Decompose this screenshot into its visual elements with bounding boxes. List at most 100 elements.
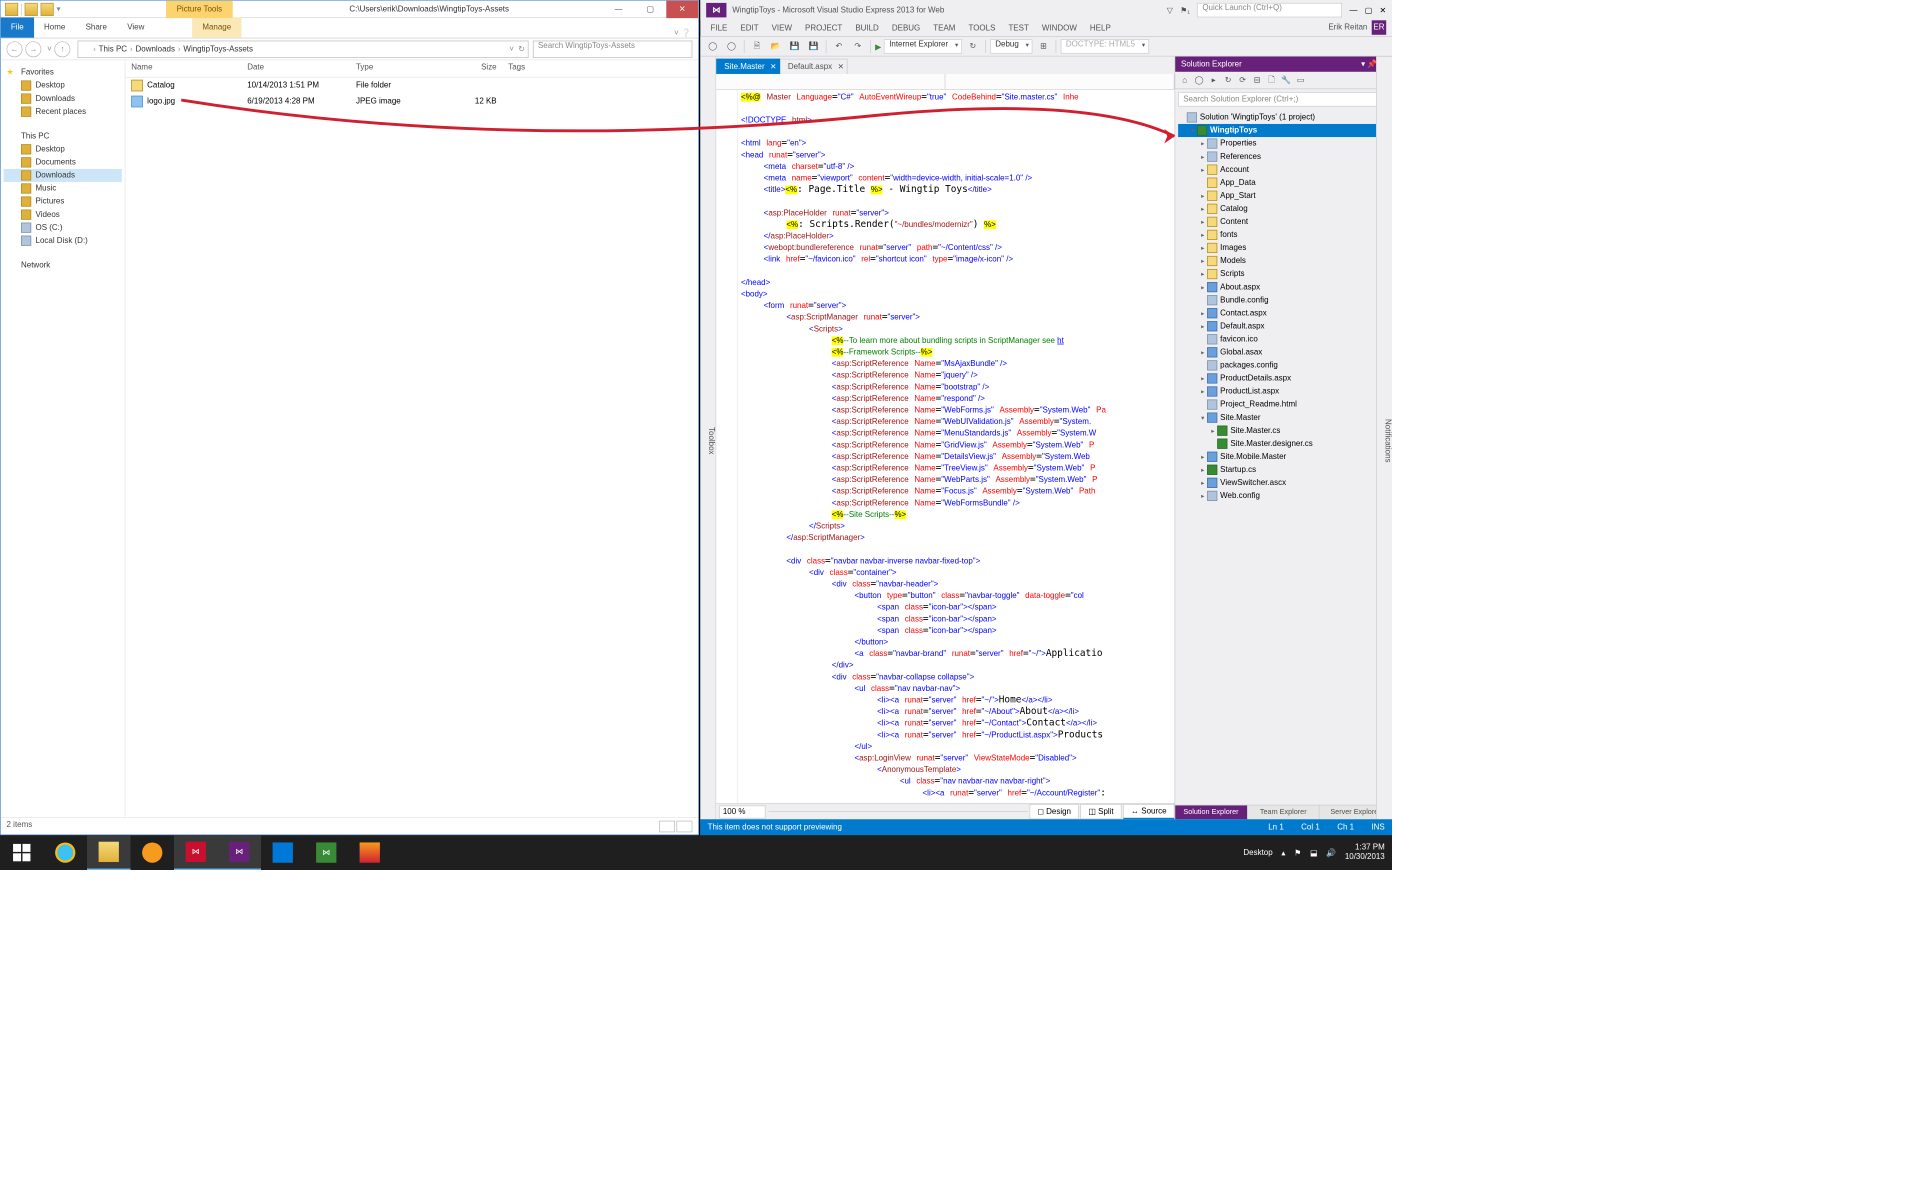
breadcrumb[interactable]: Downloads xyxy=(133,45,178,54)
se-tree-item[interactable]: favicon.ico xyxy=(1178,333,1390,346)
view-split[interactable]: ◫ Split xyxy=(1080,804,1121,819)
se-sync-icon[interactable]: ↻ xyxy=(1222,74,1235,87)
nav-item[interactable]: Documents xyxy=(4,156,122,169)
col-size[interactable]: Size xyxy=(444,60,502,77)
user-badge[interactable]: ER xyxy=(1372,20,1387,35)
element-dropdown[interactable] xyxy=(945,74,1174,89)
menu-view[interactable]: VIEW xyxy=(766,24,798,33)
se-tree-item[interactable]: ▸Web.config xyxy=(1178,489,1390,502)
save-icon[interactable]: 💾 xyxy=(787,38,803,54)
se-tree-item[interactable]: ▸Startup.cs xyxy=(1178,463,1390,476)
nav-item[interactable]: Videos xyxy=(4,208,122,221)
taskbar-vs-purple[interactable]: ⋈ xyxy=(218,835,262,870)
save-all-icon[interactable]: 💾 xyxy=(805,38,821,54)
tray-volume-icon[interactable]: 🔊 xyxy=(1326,848,1336,857)
feedback-icon[interactable]: ⚑₁ xyxy=(1180,5,1190,14)
address-bar[interactable]: › This PC› Downloads› WingtipToys-Assets… xyxy=(78,40,529,57)
se-tree-item[interactable]: packages.config xyxy=(1178,359,1390,372)
start-button[interactable] xyxy=(0,835,44,870)
context-tab-picture-tools[interactable]: Picture Tools xyxy=(166,1,233,18)
col-name[interactable]: Name xyxy=(125,60,241,77)
vs-titlebar[interactable]: ⋈ WingtipToys - Microsoft Visual Studio … xyxy=(700,0,1392,20)
redo-icon[interactable]: ↷ xyxy=(850,38,866,54)
se-tree-item[interactable]: ▸ViewSwitcher.ascx xyxy=(1178,476,1390,489)
taskbar-ie[interactable] xyxy=(44,835,88,870)
se-solution-node[interactable]: Solution 'WingtipToys' (1 project) xyxy=(1178,111,1390,124)
menu-tools[interactable]: TOOLS xyxy=(963,24,1001,33)
browser-combo[interactable]: Internet Explorer xyxy=(884,39,962,54)
se-tree-item[interactable]: ▸Global.asax xyxy=(1178,346,1390,359)
se-tree-item[interactable]: ▸ProductList.aspx xyxy=(1178,385,1390,398)
se-tree-item[interactable]: ▸fonts xyxy=(1178,228,1390,241)
view-source[interactable]: ↔ Source xyxy=(1123,804,1174,819)
file-row[interactable]: Catalog10/14/2013 1:51 PMFile folder xyxy=(125,78,698,94)
nav-item-recent[interactable]: Recent places xyxy=(4,105,122,118)
hscroll[interactable] xyxy=(769,811,1028,817)
nav-item[interactable]: Music xyxy=(4,182,122,195)
ribbon-manage[interactable]: Manage xyxy=(192,17,241,37)
se-project-node[interactable]: ▾WingtipToys xyxy=(1178,124,1390,137)
menu-project[interactable]: PROJECT xyxy=(799,24,848,33)
tray-up-icon[interactable]: ▴ xyxy=(1281,848,1285,857)
ribbon-home[interactable]: Home xyxy=(34,17,76,37)
ribbon-view[interactable]: View xyxy=(117,17,154,37)
nav-thispc[interactable]: This PC xyxy=(4,130,122,143)
se-tree-item[interactable]: ▸Account xyxy=(1178,163,1390,176)
se-properties-icon[interactable]: 🔧 xyxy=(1280,74,1293,87)
open-file-icon[interactable]: 📂 xyxy=(768,38,784,54)
member-dropdown[interactable] xyxy=(716,74,945,89)
se-tab-team[interactable]: Team Explorer xyxy=(1247,805,1319,819)
se-collapse-icon[interactable]: ⊟ xyxy=(1251,74,1264,87)
minimize-button[interactable]: — xyxy=(602,1,634,18)
vs-maximize-button[interactable]: ▢ xyxy=(1365,5,1373,14)
menu-edit[interactable]: EDIT xyxy=(735,24,765,33)
up-button[interactable]: ↑ xyxy=(55,41,71,57)
taskbar-app-orange[interactable] xyxy=(348,835,392,870)
user-name[interactable]: Erik Reitan xyxy=(1328,23,1367,32)
new-folder-icon[interactable] xyxy=(41,3,54,16)
breadcrumb[interactable]: WingtipToys-Assets xyxy=(181,45,256,54)
menu-file[interactable]: FILE xyxy=(705,24,733,33)
se-fwd-icon[interactable]: ▸ xyxy=(1207,74,1220,87)
editor-tab[interactable]: Default.aspx✕ xyxy=(780,59,848,74)
explorer-titlebar[interactable]: ▾ Picture Tools C:\Users\erik\Downloads\… xyxy=(1,1,698,18)
se-tree-item[interactable]: ▸Site.Mobile.Master xyxy=(1178,450,1390,463)
se-tree-item[interactable]: App_Data xyxy=(1178,176,1390,189)
config-combo[interactable]: Debug xyxy=(990,39,1032,54)
taskbar-app-blue[interactable] xyxy=(261,835,305,870)
notifications-panel-tab[interactable]: Notifications xyxy=(1376,57,1392,820)
menu-debug[interactable]: DEBUG xyxy=(886,24,926,33)
refresh-icon[interactable]: ↻ xyxy=(965,38,981,54)
se-tree-item[interactable]: ▸Images xyxy=(1178,241,1390,254)
col-type[interactable]: Type xyxy=(350,60,444,77)
search-input[interactable]: Search WingtipToys-Assets xyxy=(533,40,693,57)
se-tree-item[interactable]: ▸References xyxy=(1178,150,1390,163)
details-view-icon[interactable] xyxy=(659,821,675,833)
editor-tab[interactable]: Site.Master✕ xyxy=(716,59,780,74)
se-refresh-icon[interactable]: ⟳ xyxy=(1236,74,1249,87)
col-date[interactable]: Date xyxy=(241,60,350,77)
large-icons-view-icon[interactable] xyxy=(676,821,692,833)
quick-launch-input[interactable]: Quick Launch (Ctrl+Q) xyxy=(1197,3,1342,18)
se-tree-item[interactable]: ▸ProductDetails.aspx xyxy=(1178,372,1390,385)
taskbar-vs-red[interactable]: ⋈ xyxy=(174,835,218,870)
se-tree-item[interactable]: ▸Properties xyxy=(1178,137,1390,150)
nav-item[interactable]: Downloads xyxy=(4,169,122,182)
ribbon-file[interactable]: File xyxy=(1,17,34,37)
notifications-icon[interactable]: ▽ xyxy=(1167,5,1173,14)
se-tree-item[interactable]: ▸Default.aspx xyxy=(1178,320,1390,333)
menu-test[interactable]: TEST xyxy=(1003,24,1035,33)
tray-flag-icon[interactable]: ⚑ xyxy=(1294,848,1301,857)
back-button[interactable]: ← xyxy=(7,41,23,57)
tray-desktop-label[interactable]: Desktop xyxy=(1243,848,1272,857)
nav-back-icon[interactable]: ◯ xyxy=(705,38,721,54)
menu-build[interactable]: BUILD xyxy=(850,24,885,33)
system-tray[interactable]: Desktop ▴ ⚑ ⬓ 🔊 1:37 PM 10/30/2013 xyxy=(1243,843,1392,862)
breadcrumb[interactable]: This PC xyxy=(96,45,130,54)
forward-button[interactable]: → xyxy=(25,41,41,57)
refresh-icon[interactable]: ↻ xyxy=(518,44,525,53)
taskbar-vs-green[interactable]: ⋈ xyxy=(305,835,349,870)
se-search-input[interactable]: Search Solution Explorer (Ctrl+;) xyxy=(1178,92,1389,107)
maximize-button[interactable]: ▢ xyxy=(634,1,666,18)
se-tree-item[interactable]: ▸Site.Master.cs xyxy=(1178,424,1390,437)
